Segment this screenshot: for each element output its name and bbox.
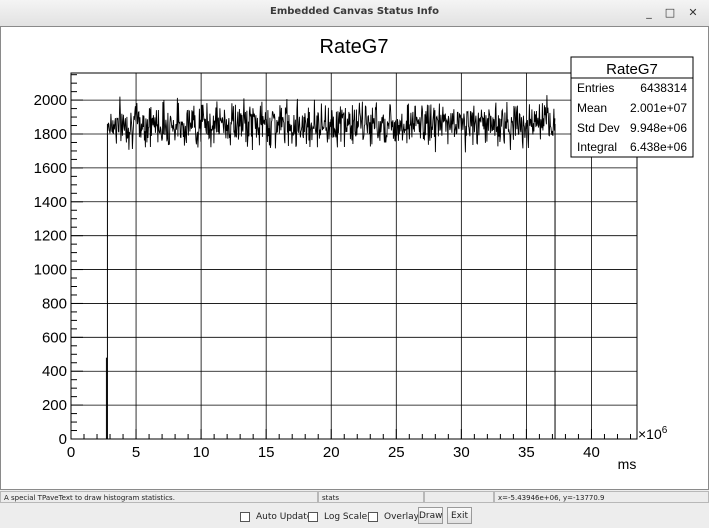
x-exponent-label: ×106 <box>638 425 668 442</box>
auto-update-checkbox[interactable]: Auto Update <box>240 510 312 523</box>
exit-button[interactable]: Exit <box>447 507 472 524</box>
x-tick-label: 10 <box>193 444 210 461</box>
window-title: Embedded Canvas Status Info <box>270 6 439 17</box>
overlay-label: Overlay <box>384 511 419 522</box>
x-axis-ticks: 0 5 10 15 20 25 30 35 40 <box>67 429 631 461</box>
y-tick-label: 2000 <box>34 92 67 109</box>
y-tick-label: 200 <box>42 397 67 414</box>
y-tick-label: 0 <box>59 431 67 448</box>
y-tick-label: 1800 <box>34 126 67 143</box>
status-object: stats <box>318 491 424 503</box>
title-bar: Embedded Canvas Status Info _ □ ✕ <box>0 0 709 27</box>
close-button[interactable]: ✕ <box>684 4 702 22</box>
stats-box[interactable]: RateG7 Entries 6438314 Mean 2.001e+07 St… <box>570 56 694 158</box>
stats-label-entries: Entries <box>577 81 614 95</box>
y-tick-label: 1000 <box>34 262 67 279</box>
y-tick-label: 1600 <box>34 160 67 177</box>
x-axis-label: ms <box>618 456 637 472</box>
x-tick-label: 35 <box>518 444 535 461</box>
x-tick-label: 0 <box>67 444 75 461</box>
y-tick-label: 800 <box>42 295 67 312</box>
x-tick-label: 30 <box>453 444 470 461</box>
checkbox-box[interactable] <box>240 511 250 522</box>
x-tick-label: 25 <box>388 444 405 461</box>
maximize-button[interactable]: □ <box>661 4 679 22</box>
minimize-button[interactable]: _ <box>640 4 658 22</box>
status-info: A special TPaveText to draw histogram st… <box>0 491 318 503</box>
stats-value-mean: 2.001e+07 <box>630 101 687 115</box>
stats-label-stddev: Std Dev <box>577 121 620 135</box>
x-tick-label: 20 <box>323 444 340 461</box>
y-tick-label: 1400 <box>34 194 67 211</box>
status-coords: x=-5.43946e+06, y=-13770.9 <box>494 491 709 503</box>
stats-title: RateG7 <box>606 61 658 78</box>
control-panel: Auto Update Log Scale Overlay Draw Exit <box>0 505 709 528</box>
checkbox-box[interactable] <box>368 511 378 522</box>
log-scale-checkbox[interactable]: Log Scale <box>308 510 367 523</box>
embedded-canvas[interactable]: RateG7 0 5 10 15 20 25 30 35 40 0 200 400 600 800 100… <box>0 26 709 490</box>
stats-value-entries: 6438314 <box>640 81 687 95</box>
log-scale-label: Log Scale <box>324 511 368 522</box>
stats-value-stddev: 9.948e+06 <box>630 121 687 135</box>
y-tick-label: 400 <box>42 363 67 380</box>
x-exponent-power: 6 <box>662 425 668 436</box>
x-exponent-base: ×10 <box>638 426 662 442</box>
series-rateg7 <box>105 95 556 439</box>
x-tick-label: 5 <box>132 444 140 461</box>
status-bar: A special TPaveText to draw histogram st… <box>0 491 709 504</box>
histogram-plot[interactable]: RateG7 0 5 10 15 20 25 30 35 40 0 200 400 600 800 100… <box>1 27 708 489</box>
chart-title: RateG7 <box>320 36 389 58</box>
y-axis-ticks: 0 200 400 600 800 1000 1200 1400 1600 1800 2000 <box>34 74 83 448</box>
stats-label-integral: Integral <box>577 140 617 154</box>
stats-value-integral: 6.438e+06 <box>630 140 687 154</box>
draw-button[interactable]: Draw <box>418 507 443 524</box>
overlay-checkbox[interactable]: Overlay <box>368 510 419 523</box>
status-extra <box>424 491 494 503</box>
x-tick-label: 15 <box>258 444 275 461</box>
x-tick-label: 40 <box>583 444 600 461</box>
y-tick-label: 600 <box>42 329 67 346</box>
stats-label-mean: Mean <box>577 101 607 115</box>
checkbox-box[interactable] <box>308 511 318 522</box>
auto-update-label: Auto Update <box>256 511 313 522</box>
y-tick-label: 1200 <box>34 228 67 245</box>
